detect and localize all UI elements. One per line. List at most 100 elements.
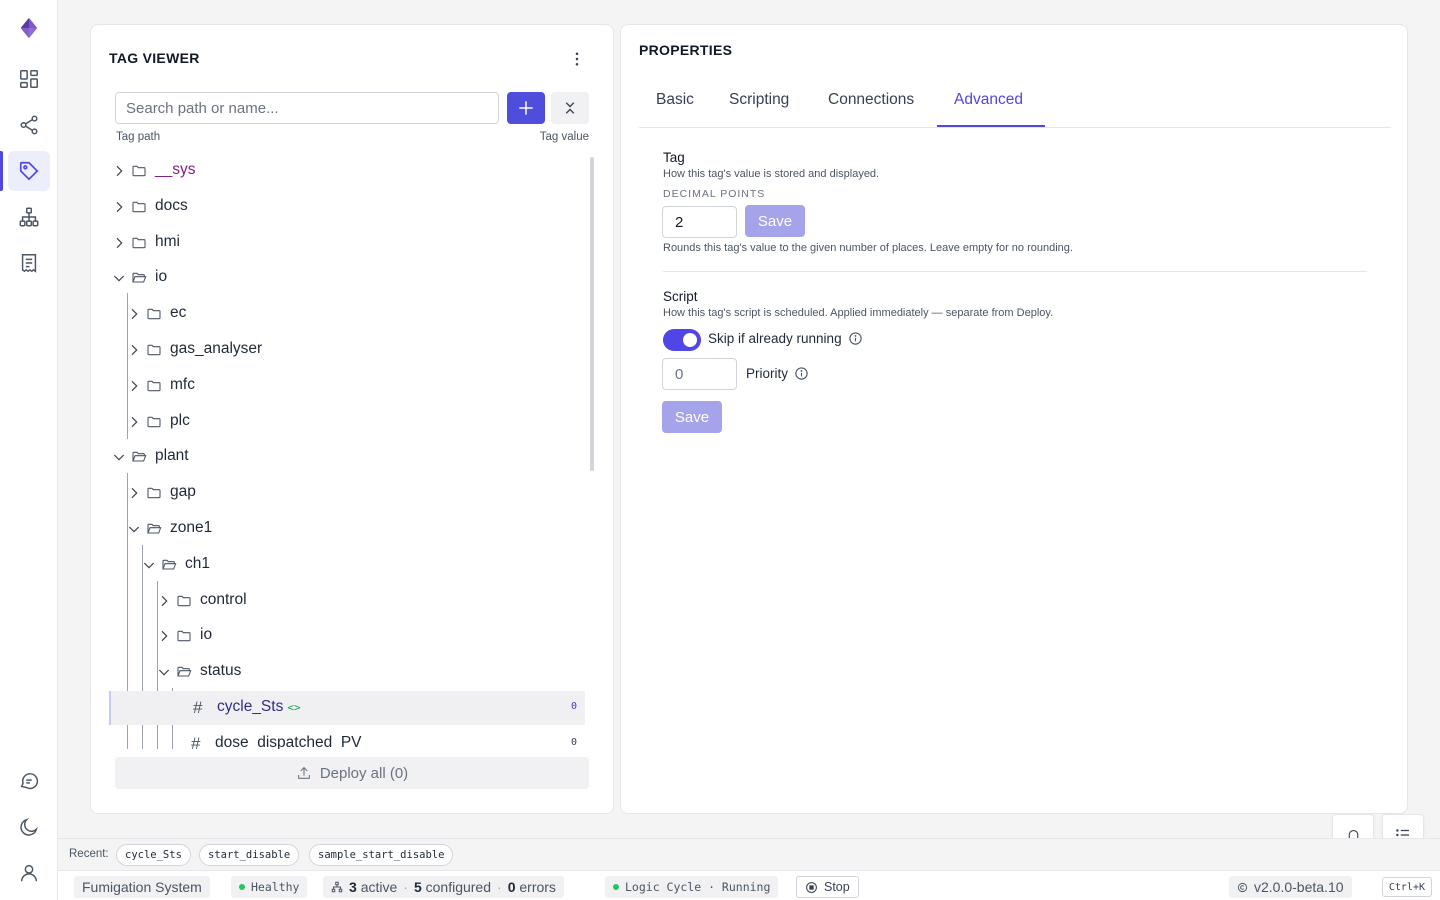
chevron-right-icon[interactable] <box>126 378 142 394</box>
folder-icon <box>176 593 192 609</box>
collapse-all-button[interactable] <box>551 92 589 124</box>
system-name[interactable]: Fumigation System <box>74 876 210 898</box>
errors-label: errors <box>519 879 556 895</box>
user-icon[interactable] <box>8 853 50 893</box>
folder-row[interactable]: plant <box>109 440 585 474</box>
chevron-right-icon[interactable] <box>156 628 172 644</box>
folder-label: plant <box>155 447 189 465</box>
deploy-all-button[interactable]: Deploy all (0) <box>115 757 589 789</box>
upload-icon <box>297 766 310 779</box>
dashboard-icon[interactable] <box>8 59 50 99</box>
info-icon[interactable] <box>794 366 809 381</box>
version-badge[interactable]: v2.0.0-beta.10 <box>1229 876 1352 898</box>
chevron-right-icon[interactable] <box>126 342 142 358</box>
chevron-right-icon[interactable] <box>111 235 127 251</box>
search-input[interactable] <box>115 92 499 124</box>
folder-open-icon <box>146 521 162 537</box>
add-tag-button[interactable] <box>507 92 545 124</box>
chevron-right-icon[interactable] <box>156 593 172 609</box>
tag-section-title: Tag <box>663 150 685 165</box>
folder-label: io <box>200 626 213 644</box>
folder-icon <box>131 163 147 179</box>
properties-panel: PROPERTIES Basic Scripting Connections A… <box>620 24 1408 814</box>
skip-if-running-toggle[interactable] <box>663 329 701 351</box>
folder-row[interactable]: io <box>109 619 585 653</box>
nav-rail <box>0 0 58 900</box>
decimal-hint: Rounds this tag's value to the given num… <box>663 242 1073 254</box>
properties-tabs: Basic Scripting Connections Advanced <box>639 79 1391 128</box>
hierarchy-icon[interactable] <box>8 197 50 237</box>
folder-row[interactable]: zone1 <box>109 512 585 546</box>
chat-icon[interactable] <box>8 761 50 801</box>
tag-path-header: Tag path <box>116 131 161 143</box>
chevron-down-icon[interactable] <box>111 270 127 286</box>
logo-icon[interactable] <box>8 8 50 48</box>
chevron-down-icon[interactable] <box>126 521 142 537</box>
folder-row[interactable]: control <box>109 584 585 618</box>
share-icon[interactable] <box>8 105 50 145</box>
save-script-button[interactable]: Save <box>662 401 722 433</box>
properties-title: PROPERTIES <box>639 42 733 58</box>
receipt-icon[interactable] <box>8 243 50 283</box>
folder-label: gap <box>170 483 196 501</box>
chevron-right-icon[interactable] <box>111 163 127 179</box>
folder-row[interactable]: __sys <box>109 154 585 188</box>
chevron-right-icon[interactable] <box>126 306 142 322</box>
command-palette-shortcut[interactable]: Ctrl+K <box>1381 877 1432 897</box>
tag-row[interactable]: # cycle_Sts <> 0 <box>109 691 585 725</box>
folder-row[interactable]: ec <box>109 297 585 331</box>
folder-label: io <box>155 268 168 286</box>
recent-label: Recent: <box>69 848 109 860</box>
folder-row[interactable]: status <box>109 655 585 689</box>
folder-row[interactable]: plc <box>109 405 585 439</box>
device-counts[interactable]: 3 active · 5 configured · 0 errors <box>323 876 564 898</box>
priority-input[interactable] <box>662 358 737 390</box>
stop-label: Stop <box>824 880 850 894</box>
folder-open-icon <box>176 664 192 680</box>
hash-icon: # <box>191 733 201 749</box>
chevron-right-icon[interactable] <box>111 199 127 215</box>
tag-value: 0 <box>570 736 577 748</box>
script-section-title: Script <box>663 289 698 304</box>
tag-icon[interactable] <box>0 151 50 191</box>
health-label: Healthy <box>251 880 300 894</box>
chevron-down-icon[interactable] <box>156 664 172 680</box>
save-decimal-button[interactable]: Save <box>745 205 805 237</box>
info-icon[interactable] <box>848 331 863 346</box>
moon-icon[interactable] <box>8 807 50 847</box>
folder-row[interactable]: gap <box>109 476 585 510</box>
folder-open-icon <box>131 449 147 465</box>
folder-row[interactable]: gas_analyser <box>109 333 585 367</box>
tab-advanced[interactable]: Advanced <box>954 91 1023 109</box>
tag-viewer-panel: TAG VIEWER Tag path Tag value __sysdocs h… <box>90 24 614 814</box>
folder-label: __sys <box>155 161 196 178</box>
recent-chip[interactable]: start_disable <box>199 844 300 866</box>
folder-row[interactable]: io <box>109 261 585 295</box>
folder-row[interactable]: ch1 <box>109 548 585 582</box>
logic-cycle-status[interactable]: Logic Cycle · Running <box>605 876 779 898</box>
more-options-icon[interactable] <box>567 49 587 69</box>
health-dot <box>239 884 245 890</box>
stop-button[interactable]: Stop <box>796 876 859 898</box>
folder-row[interactable]: docs <box>109 190 585 224</box>
chevron-down-icon[interactable] <box>111 449 127 465</box>
chevron-right-icon[interactable] <box>126 414 142 430</box>
folder-label: control <box>200 590 247 608</box>
tag-row[interactable]: # dose_dispatched_PV 0 <box>109 727 585 749</box>
tab-basic[interactable]: Basic <box>656 91 694 109</box>
recent-chip[interactable]: cycle_Sts <box>116 844 191 866</box>
health-status[interactable]: Healthy <box>231 876 308 898</box>
skip-if-running-row: Skip if already running <box>708 331 863 346</box>
folder-row[interactable]: mfc <box>109 369 585 403</box>
tab-connections[interactable]: Connections <box>828 91 914 109</box>
tab-scripting[interactable]: Scripting <box>729 91 789 109</box>
decimal-points-input[interactable] <box>662 206 737 238</box>
tree-scrollbar[interactable] <box>590 157 594 471</box>
tag-value-header: Tag value <box>539 131 589 143</box>
status-bar: Fumigation System Healthy 3 active · 5 c… <box>58 870 1440 900</box>
folder-row[interactable]: hmi <box>109 226 585 260</box>
recent-chip[interactable]: sample_start_disable <box>309 844 454 866</box>
chevron-right-icon[interactable] <box>126 485 142 501</box>
chevron-down-icon[interactable] <box>141 557 157 573</box>
folder-label: plc <box>170 411 190 429</box>
